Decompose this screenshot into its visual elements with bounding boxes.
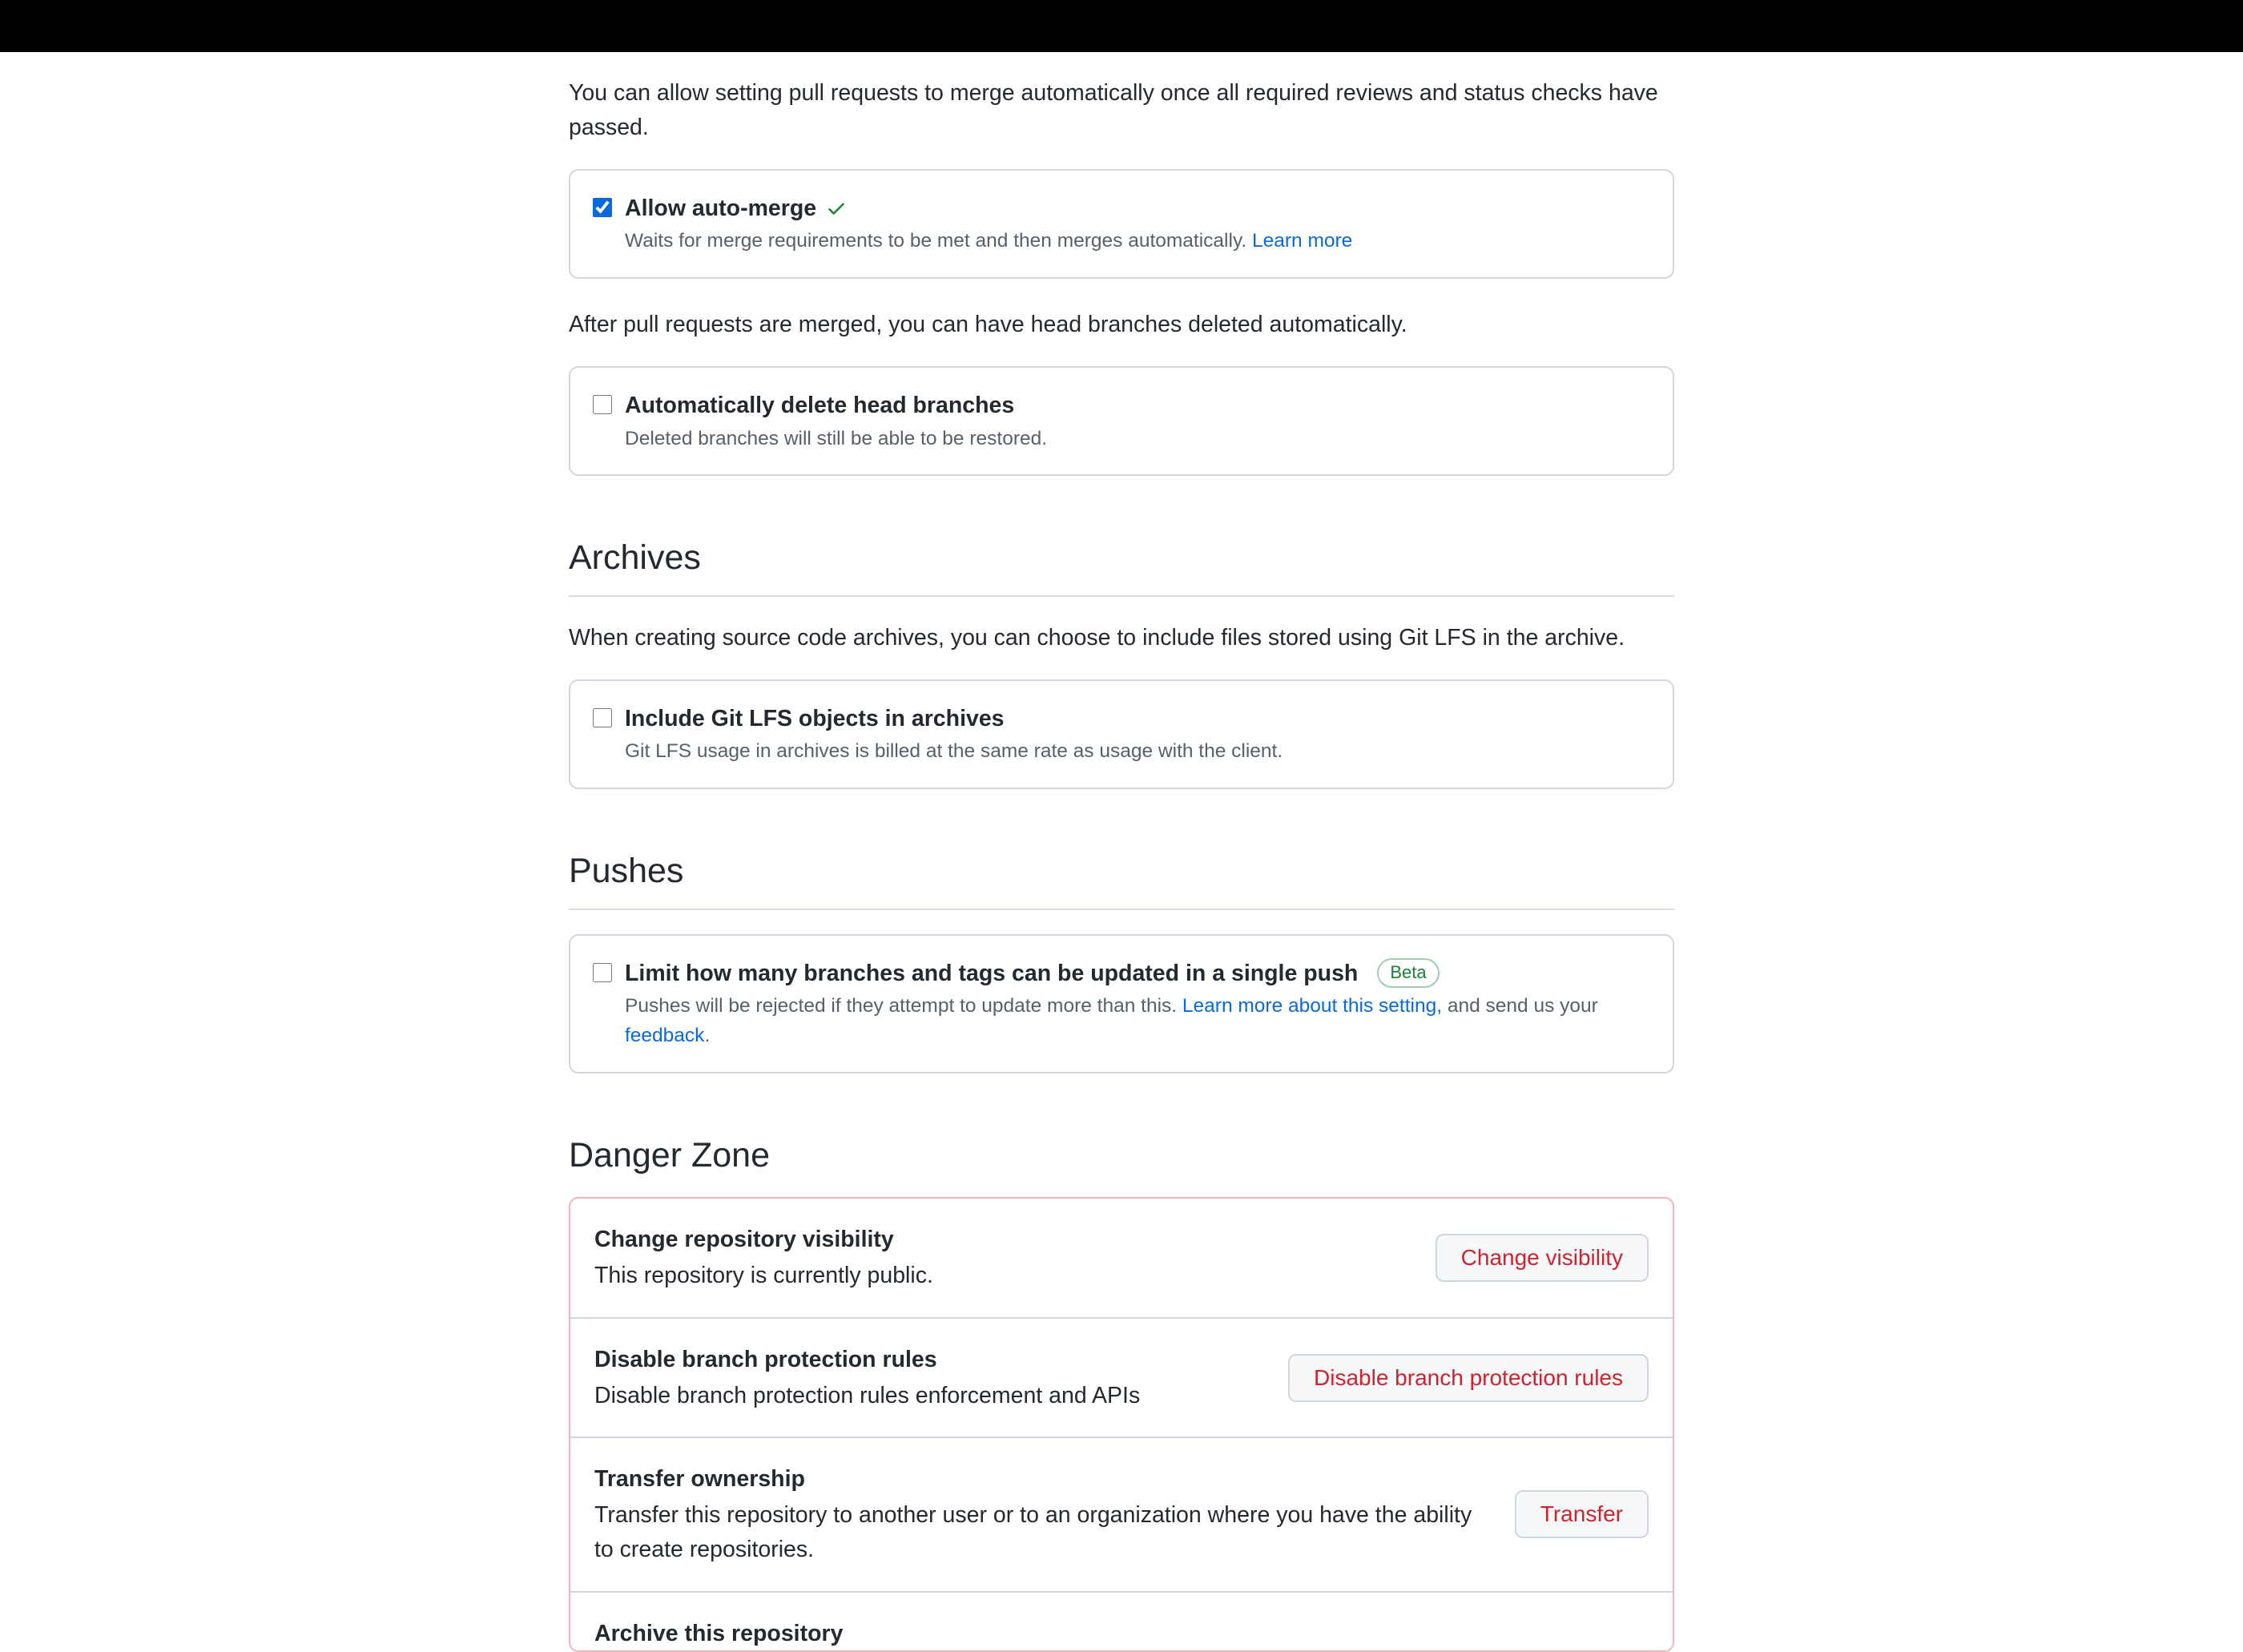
visibility-desc: This repository is currently public. [594,1259,1411,1293]
danger-row-visibility: Change repository visibility This reposi… [570,1199,1673,1319]
allow-auto-merge-label: Allow auto-merge [625,191,816,226]
visibility-title: Change repository visibility [594,1223,1411,1257]
archives-intro: When creating source code archives, you … [569,621,1674,655]
head-branches-intro: After pull requests are merged, you can … [569,308,1674,342]
archive-title: Archive this repository [594,1617,1649,1651]
include-lfs-title: Include Git LFS objects in archives [625,702,1650,736]
beta-badge: Beta [1377,958,1439,988]
pushes-desc-mid: and send us your [1442,995,1598,1017]
limit-pushes-checkbox[interactable] [593,963,612,982]
delete-head-box: Automatically delete head branches Delet… [569,366,1674,477]
limit-pushes-title: Limit how many branches and tags can be … [625,957,1650,991]
pushes-learn-more-link[interactable]: Learn more about this setting, [1182,995,1442,1017]
include-lfs-desc: Git LFS usage in archives is billed at t… [625,737,1650,767]
branch-protection-title: Disable branch protection rules [594,1343,1264,1377]
transfer-button[interactable]: Transfer [1515,1490,1649,1538]
pushes-heading: Pushes [569,845,1674,910]
top-header-bar [0,0,2243,52]
delete-head-desc: Deleted branches will still be able to b… [625,425,1650,454]
check-icon [826,198,847,219]
danger-row-transfer: Transfer ownership Transfer this reposit… [570,1438,1673,1592]
danger-zone-heading: Danger Zone [569,1130,1674,1182]
limit-pushes-label: Limit how many branches and tags can be … [625,957,1358,991]
pushes-desc-pre: Pushes will be rejected if they attempt … [625,995,1182,1017]
allow-auto-merge-checkbox[interactable] [593,198,612,217]
disable-branch-protection-button[interactable]: Disable branch protection rules [1288,1354,1649,1402]
settings-container: You can allow setting pull requests to m… [553,76,1690,1652]
change-visibility-button[interactable]: Change visibility [1436,1234,1649,1282]
danger-row-branch-protection: Disable branch protection rules Disable … [570,1319,1673,1439]
pushes-feedback-link[interactable]: feedback [625,1025,704,1046]
lfs-box: Include Git LFS objects in archives Git … [569,679,1674,790]
pushes-desc-end: . [704,1025,710,1046]
auto-merge-desc-text: Waits for merge requirements to be met a… [625,230,1252,252]
auto-merge-box: Allow auto-merge Waits for merge require… [569,169,1674,280]
pushes-box: Limit how many branches and tags can be … [569,934,1674,1074]
transfer-desc: Transfer this repository to another user… [594,1498,1491,1567]
limit-pushes-desc: Pushes will be rejected if they attempt … [625,992,1650,1051]
allow-auto-merge-title: Allow auto-merge [625,191,1650,226]
archives-heading: Archives [569,532,1674,597]
include-lfs-checkbox[interactable] [593,708,612,727]
auto-merge-intro: You can allow setting pull requests to m… [569,76,1674,145]
allow-auto-merge-desc: Waits for merge requirements to be met a… [625,227,1650,256]
danger-zone-box: Change repository visibility This reposi… [569,1197,1674,1652]
auto-merge-learn-more-link[interactable]: Learn more [1252,230,1352,252]
delete-head-checkbox[interactable] [593,395,612,414]
transfer-title: Transfer ownership [594,1462,1491,1497]
danger-row-archive: Archive this repository [570,1593,1673,1651]
branch-protection-desc: Disable branch protection rules enforcem… [594,1379,1264,1413]
delete-head-title: Automatically delete head branches [625,389,1650,423]
